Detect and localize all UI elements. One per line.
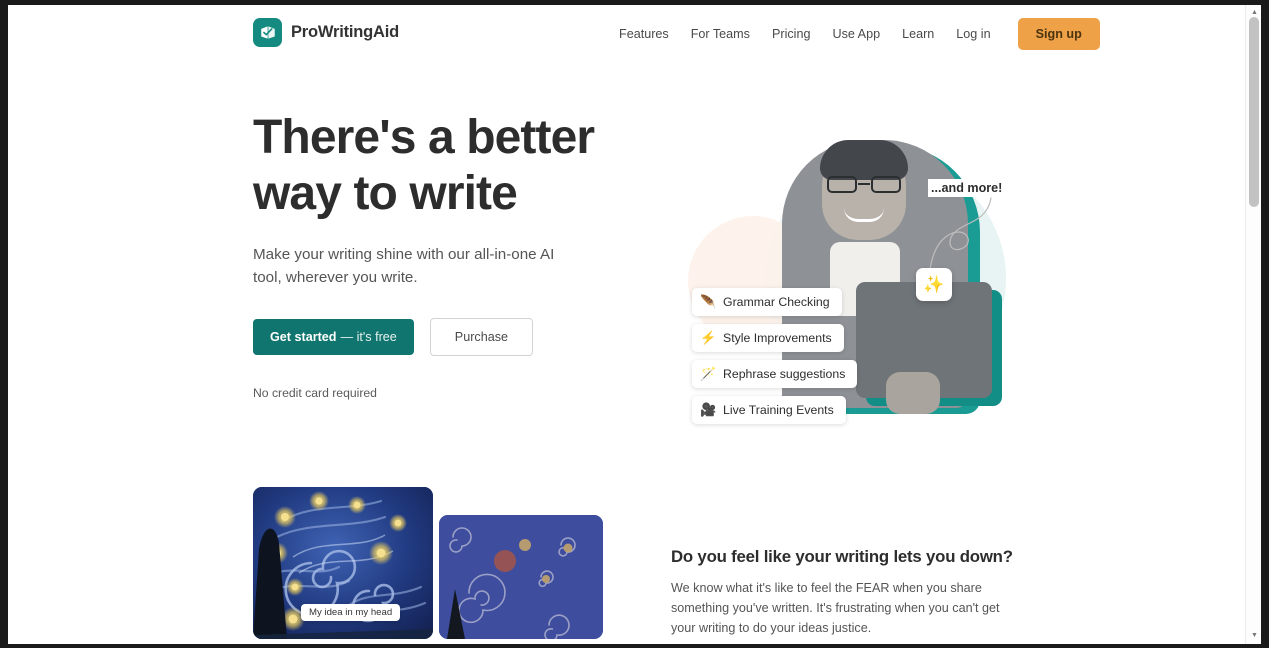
get-started-button[interactable]: Get started — it's free [253, 318, 414, 355]
starry-night-sketch-image [439, 515, 603, 639]
sparkles-icon: ✨ [916, 268, 952, 301]
feather-pen-icon: 🪶 [700, 294, 717, 309]
feature-pill-style-improvements[interactable]: ⚡ Style Improvements [692, 324, 844, 352]
section-two-body: We know what it's like to feel the FEAR … [671, 581, 1000, 635]
hero-cta-row: Get started — it's free Purchase [253, 317, 653, 356]
feature-pill-grammar-checking[interactable]: 🪶 Grammar Checking [692, 288, 842, 316]
hero-title-line-1: There's a better [253, 111, 595, 164]
purchase-button[interactable]: Purchase [429, 317, 534, 356]
nav-item-for-teams[interactable]: For Teams [680, 27, 761, 41]
main-navigation: Features For Teams Pricing Use App Learn… [608, 5, 1100, 62]
get-started-label: Get started [270, 329, 337, 344]
feature-pill-label: Live Training Events [723, 403, 834, 417]
my-idea-caption: My idea in my head [301, 604, 401, 621]
feature-pill-rephrase-suggestions[interactable]: 🪄 Rephrase suggestions [692, 360, 858, 388]
feature-pill-label: Rephrase suggestions [723, 367, 846, 381]
get-started-sublabel: — it's free [340, 329, 397, 344]
feature-pill-label: Grammar Checking [723, 295, 830, 309]
and-more-pointer-line-icon [928, 197, 992, 277]
person-glasses-icon [827, 176, 901, 193]
hero-illustration: ...and more! ✨ 🪶 Grammar Checking ⚡ Styl… [670, 120, 1030, 450]
scroll-down-arrow-icon[interactable]: ▼ [1250, 631, 1259, 640]
person-hand-icon [886, 372, 940, 414]
feature-pill-label: Style Improvements [723, 331, 832, 345]
site-logo[interactable]: ProWritingAid [253, 18, 399, 47]
section-two-title: Do you feel like your writing lets you d… [671, 547, 1013, 566]
nav-item-log-in[interactable]: Log in [945, 27, 1001, 41]
site-header: ProWritingAid Features For Teams Pricing… [8, 5, 1245, 62]
browser-viewport: ProWritingAid Features For Teams Pricing… [0, 0, 1269, 648]
hero-copy-block: There's a better way to write Make your … [253, 110, 653, 400]
hero-title: There's a better way to write [253, 110, 653, 221]
page-frame: ProWritingAid Features For Teams Pricing… [8, 5, 1261, 644]
and-more-label: ...and more! [928, 179, 1006, 197]
hero-title-line-2: way to write [253, 166, 518, 220]
feature-pill-list: 🪶 Grammar Checking ⚡ Style Improvements … [692, 288, 858, 424]
sign-up-button[interactable]: Sign up [1017, 17, 1100, 50]
hero-subtitle: Make your writing shine with our all-in-… [253, 246, 555, 287]
page-content-scroll-area: ProWritingAid Features For Teams Pricing… [8, 5, 1245, 644]
no-credit-card-note: No credit card required [253, 385, 377, 400]
nav-item-pricing[interactable]: Pricing [761, 27, 822, 41]
section-two-copy-block: Do you feel like your writing lets you d… [671, 547, 1016, 639]
scroll-up-arrow-icon[interactable]: ▲ [1250, 8, 1259, 17]
magic-wand-icon: 🪄 [700, 366, 717, 381]
nav-item-use-app[interactable]: Use App [821, 27, 891, 41]
page-scrollbar[interactable]: ▲ ▼ [1245, 5, 1261, 644]
scrollbar-thumb[interactable] [1249, 17, 1259, 207]
nav-item-features[interactable]: Features [608, 27, 680, 41]
person-hair-icon [820, 140, 908, 180]
nav-item-learn[interactable]: Learn [891, 27, 945, 41]
site-logo-text: ProWritingAid [291, 23, 400, 41]
feature-pill-live-training-events[interactable]: 🎥 Live Training Events [692, 396, 846, 424]
lightning-bolt-icon: ⚡ [700, 330, 717, 345]
hero-section: There's a better way to write Make your … [8, 62, 1245, 487]
video-camera-icon: 🎥 [700, 402, 717, 417]
prowritingaid-book-check-logo-icon [253, 18, 282, 47]
writing-lets-you-down-section: My idea in my head Do you feel like your… [8, 487, 1245, 644]
